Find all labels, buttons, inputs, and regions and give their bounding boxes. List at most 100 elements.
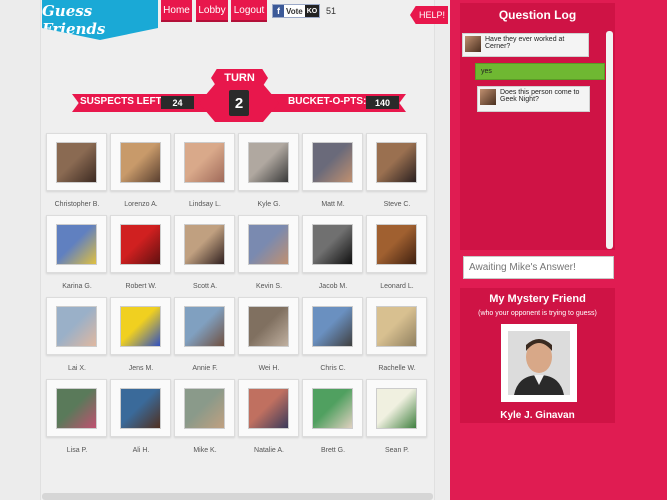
nav-logout-button[interactable]: Logout <box>231 0 267 22</box>
suspect-card[interactable]: Steve C. <box>365 133 429 215</box>
suspect-card[interactable]: Christopher B. <box>45 133 109 215</box>
suspect-name: Lisa P. <box>66 447 88 454</box>
suspect-tile[interactable] <box>46 379 107 437</box>
suspect-tile[interactable] <box>366 215 427 273</box>
suspect-tile[interactable] <box>302 297 363 355</box>
suspect-tile[interactable] <box>174 133 235 191</box>
ko-badge: KO <box>304 5 320 17</box>
suspect-name: Mike K. <box>193 447 217 454</box>
question-message: Does this person come to Geek Night? <box>477 86 590 112</box>
suspect-tile[interactable] <box>366 133 427 191</box>
suspect-tile[interactable] <box>110 215 171 273</box>
suspect-tile[interactable] <box>110 379 171 437</box>
question-log-scrollbar[interactable] <box>606 31 613 249</box>
suspect-name: Annie F. <box>192 365 218 372</box>
suspect-photo <box>376 223 417 265</box>
suspect-card[interactable]: Chris C. <box>301 297 365 379</box>
question-log-title: Question Log <box>498 8 577 22</box>
suspect-tile[interactable] <box>238 297 299 355</box>
suspect-name: Leonard L. <box>380 283 414 290</box>
suspect-photo <box>376 305 417 347</box>
answer-input[interactable] <box>463 256 614 279</box>
suspect-tile[interactable] <box>110 297 171 355</box>
nav-home-button[interactable]: Home <box>161 0 192 22</box>
suspect-name: Jens M. <box>128 365 154 372</box>
suspects-left-label: SUSPECTS LEFT: <box>80 96 164 107</box>
suspect-card[interactable]: Wei H. <box>237 297 301 379</box>
suspect-tile[interactable] <box>174 379 235 437</box>
avatar <box>465 36 481 52</box>
help-button[interactable]: HELP! <box>410 6 448 24</box>
suspect-tile[interactable] <box>174 297 235 355</box>
suspect-card[interactable]: Scott A. <box>173 215 237 297</box>
suspect-card[interactable]: Sean P. <box>365 379 429 461</box>
suspect-card[interactable]: Lisa P. <box>45 379 109 461</box>
mystery-friend-subtitle: (who your opponent is trying to guess) <box>478 310 597 317</box>
suspect-tile[interactable] <box>110 133 171 191</box>
suspect-photo <box>312 305 353 347</box>
suspect-tile[interactable] <box>366 379 427 437</box>
suspect-card[interactable]: Leonard L. <box>365 215 429 297</box>
suspect-card[interactable]: Lai X. <box>45 297 109 379</box>
suspect-tile[interactable] <box>46 297 107 355</box>
suspect-card[interactable]: Matt M. <box>301 133 365 215</box>
suspect-tile[interactable] <box>46 133 107 191</box>
suspect-name: Christopher B. <box>54 201 100 208</box>
suspect-name: Chris C. <box>320 365 346 372</box>
suspect-card[interactable]: Rachelle W. <box>365 297 429 379</box>
message-text: Does this person come to Geek Night? <box>500 89 580 103</box>
vote-label: Vote <box>286 6 303 16</box>
suspect-tile[interactable] <box>46 215 107 273</box>
suspect-card[interactable]: Ali H. <box>109 379 173 461</box>
suspect-photo <box>56 141 97 183</box>
suspect-name: Ali H. <box>132 447 150 454</box>
suspect-photo <box>120 223 161 265</box>
suspects-left-value: 24 <box>161 96 194 109</box>
message-text: Have they ever worked at Cerner? <box>485 36 565 50</box>
suspect-photo <box>376 387 417 429</box>
suspect-tile[interactable] <box>174 215 235 273</box>
suspect-tile[interactable] <box>302 379 363 437</box>
suspect-name: Karina G. <box>62 283 92 290</box>
suspect-tile[interactable] <box>238 133 299 191</box>
suspect-name: Sean P. <box>384 447 409 454</box>
vote-button[interactable]: f Vote KO <box>272 4 321 18</box>
suspect-name: Lindsay L. <box>189 201 221 208</box>
suspect-card[interactable]: Lorenzo A. <box>109 133 173 215</box>
suspect-card[interactable]: Brett G. <box>301 379 365 461</box>
avatar <box>480 89 496 105</box>
suspect-photo <box>248 387 289 429</box>
suspect-name: Kevin S. <box>255 283 283 290</box>
suspect-card[interactable]: Jens M. <box>109 297 173 379</box>
nav-lobby-button[interactable]: Lobby <box>196 0 228 22</box>
suspect-card[interactable]: Natalie A. <box>237 379 301 461</box>
page-scrollbar[interactable] <box>42 493 433 500</box>
suspect-card[interactable]: Kevin S. <box>237 215 301 297</box>
suspect-photo <box>248 223 289 265</box>
suspect-photo <box>312 387 353 429</box>
suspect-card[interactable]: Annie F. <box>173 297 237 379</box>
suspect-name: Scott A. <box>192 283 218 290</box>
suspect-card[interactable]: Jacob M. <box>301 215 365 297</box>
suspect-name: Robert W. <box>125 283 157 290</box>
suspect-name: Rachelle W. <box>378 365 416 372</box>
suspect-card[interactable]: Lindsay L. <box>173 133 237 215</box>
suspect-tile[interactable] <box>238 215 299 273</box>
suspect-name: Matt M. <box>321 201 345 208</box>
suspect-name: Wei H. <box>258 365 280 372</box>
suspect-card[interactable]: Kyle G. <box>237 133 301 215</box>
suspect-tile[interactable] <box>366 297 427 355</box>
suspect-card[interactable]: Karina G. <box>45 215 109 297</box>
suspect-card[interactable]: Mike K. <box>173 379 237 461</box>
suspect-photo <box>56 305 97 347</box>
message-text: yes <box>481 68 492 75</box>
bucket-points-label: BUCKET-O-PTS: <box>288 96 367 107</box>
suspect-card[interactable]: Robert W. <box>109 215 173 297</box>
suspect-tile[interactable] <box>302 133 363 191</box>
suspect-name: Kyle G. <box>257 201 281 208</box>
suspect-photo <box>184 387 225 429</box>
suspect-photo <box>120 387 161 429</box>
suspect-tile[interactable] <box>238 379 299 437</box>
suspect-photo <box>184 223 225 265</box>
suspect-tile[interactable] <box>302 215 363 273</box>
